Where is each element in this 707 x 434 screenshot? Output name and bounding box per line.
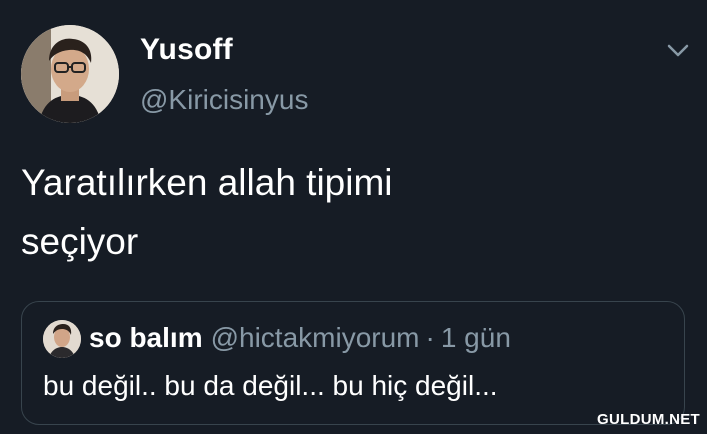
quoted-tweet-time[interactable]: 1 gün (441, 322, 511, 353)
quoted-tweet-text: bu değil.. bu da değil... bu hiç değil..… (43, 370, 498, 401)
watermark: GULDUM.NET (597, 411, 700, 428)
author-avatar-image (21, 25, 119, 123)
header-separator: · (425, 322, 435, 353)
quoted-author-name[interactable]: so balım (89, 322, 203, 353)
author-handle[interactable]: @Kiricisinyus (140, 84, 308, 116)
quoted-author-avatar-image (43, 320, 81, 358)
quoted-tweet-header: so balım @hictakmiyorum · 1 gün (89, 322, 511, 354)
quoted-author-handle[interactable]: @hictakmiyorum (211, 322, 420, 353)
tweet-text-line: Yaratılırken allah tipimi (21, 162, 393, 203)
chevron-down-icon[interactable] (665, 40, 691, 60)
author-avatar[interactable] (21, 25, 119, 123)
tweet-text-line: seçiyor (21, 221, 139, 262)
quoted-author-avatar (43, 320, 81, 358)
tweet-text: Yaratılırken allah tipimi seçiyor (21, 153, 581, 271)
quoted-tweet-card[interactable]: so balım @hictakmiyorum · 1 gün bu değil.. … (21, 301, 685, 425)
author-name[interactable]: Yusoff (140, 33, 233, 67)
